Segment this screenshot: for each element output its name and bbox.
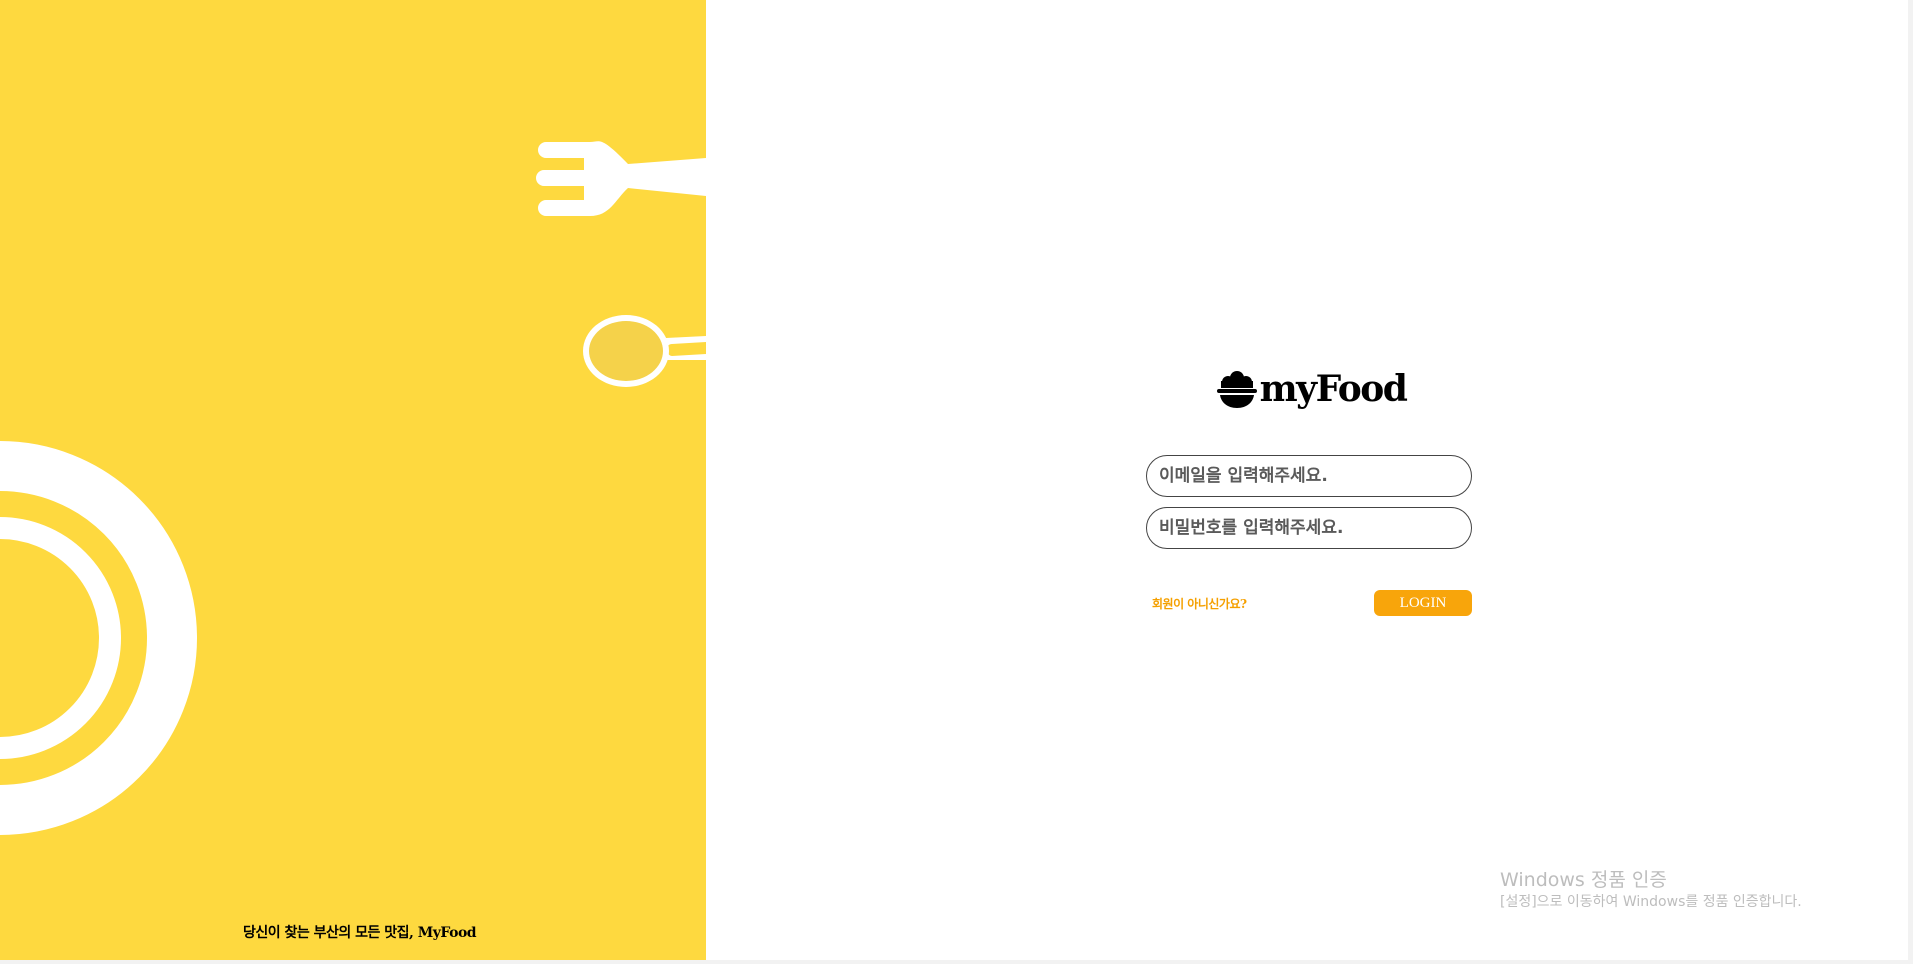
fork-icon [536, 141, 706, 216]
watermark-title: Windows 정품 인증 [1500, 869, 1667, 891]
browser-viewport: 당신이 찾는 부산의 모든 맛집, MyFood myFood 이메일을 입력해… [0, 0, 1908, 960]
brand-tagline: 당신이 찾는 부산의 모든 맛집, MyFood [243, 925, 477, 941]
brand-name: myFood [1259, 368, 1408, 410]
plate-icon [0, 441, 197, 835]
spoon-icon [583, 315, 706, 387]
login-form: myFood 회원이 아니신가요? LOGIN [1146, 355, 1476, 625]
windows-activation-watermark: Windows 정품 인증 [설정]으로 이동하여 Windows를 정품 인증… [1500, 868, 1802, 912]
cutlery-illustration [0, 141, 706, 835]
right-panel: myFood 회원이 아니신가요? LOGIN [706, 0, 1908, 960]
watermark-description: [설정]으로 이동하여 Windows를 정품 인증합니다. [1500, 894, 1802, 910]
login-button[interactable]: LOGIN [1374, 590, 1472, 616]
password-input[interactable] [1146, 507, 1472, 549]
page: 당신이 찾는 부산의 모든 맛집, MyFood myFood 이메일을 입력해… [0, 0, 1913, 964]
email-input[interactable] [1146, 455, 1472, 497]
signup-link[interactable]: 회원이 아니신가요? [1152, 595, 1247, 612]
brand-logo: myFood [1146, 360, 1476, 410]
rice-bowl-icon [1216, 371, 1257, 408]
left-panel: 당신이 찾는 부산의 모든 맛집, MyFood [0, 0, 706, 960]
